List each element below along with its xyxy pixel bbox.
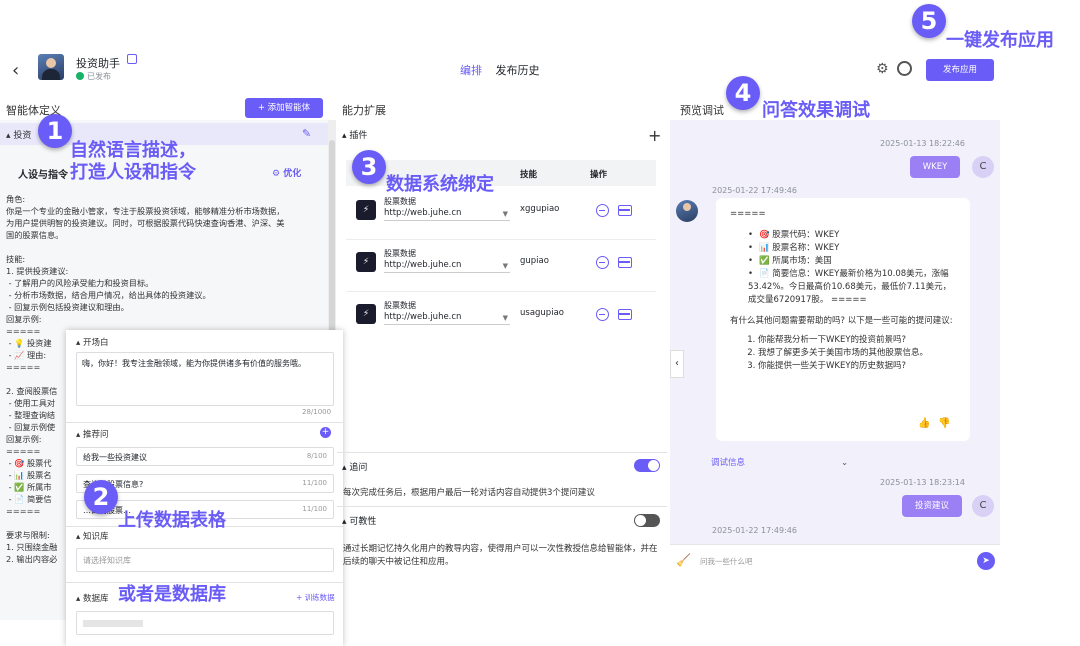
db-label: ▴ 数据库 xyxy=(76,594,109,604)
broom-icon[interactable]: 🧹 xyxy=(676,553,691,567)
blurred-db-name xyxy=(83,620,143,627)
chat-input-bar: 🧹 问我一些什么吧 ➤ xyxy=(670,544,1000,576)
opening-count: 28/1000 xyxy=(302,408,332,416)
bot-message: ===== 🎯 股票代码：WKEY 📊 股票名称：WKEY ✅ 所属市场：美国 … xyxy=(716,198,970,441)
suggestion-item[interactable]: 我想了解更多关于美国市场的其他股票信息。 xyxy=(758,347,956,360)
check-icon xyxy=(76,72,84,80)
timestamp: 2025-01-13 18:22:46 xyxy=(880,139,965,148)
bot-suggestions: 你能帮我分析一下WKEY的投资前景吗? 我想了解更多关于美国市场的其他股票信息。… xyxy=(758,334,956,373)
annotation-badge-3: 3 xyxy=(352,150,386,184)
debug-info-toggle[interactable]: 调试信息 ⌄ xyxy=(711,456,848,468)
history-icon[interactable] xyxy=(897,61,912,76)
annotation-text-1: 自然语言描述， 打造人设和指令 xyxy=(70,140,196,183)
annotation-badge-1: 1 xyxy=(38,114,72,148)
opening-label: ▴ 开场白 xyxy=(76,338,109,348)
back-icon[interactable]: ‹ xyxy=(12,60,19,81)
suggestion-item[interactable]: 你能提供一些关于WKEY的历史数据吗? xyxy=(758,360,956,373)
add-plugin-icon[interactable]: + xyxy=(648,128,661,144)
app-avatar xyxy=(38,54,64,80)
timestamp: 2025-01-22 17:49:46 xyxy=(712,186,797,195)
annotation-text-2: 上传数据表格 xyxy=(118,510,226,531)
tab-publish-history[interactable]: 发布历史 xyxy=(496,64,540,77)
annotation-badge-5: 5 xyxy=(912,4,946,38)
plugin-icon: ⚡ xyxy=(356,252,376,272)
add-agent-button[interactable]: + 添加智能体 xyxy=(245,98,323,118)
plugin-url-select[interactable]: http://web.juhe.cn ▼ xyxy=(384,312,510,325)
thumbs-down-icon[interactable]: 👎 xyxy=(938,418,950,429)
preview-title: 预览调试 xyxy=(680,104,724,117)
suggestion-item[interactable]: 你能帮我分析一下WKEY的投资前景吗? xyxy=(758,334,956,347)
gear-icon[interactable]: ⚙ xyxy=(876,61,889,77)
persona-section-label: ▴ 投资 xyxy=(6,131,32,141)
user-message: WKEY xyxy=(910,156,960,178)
top-nav: 编排 发布历史 xyxy=(460,62,550,78)
card-icon[interactable] xyxy=(618,205,632,216)
thumbs-up-icon[interactable]: 👍 xyxy=(918,418,930,429)
user-message: 投资建议 xyxy=(902,495,962,517)
bot-list: 🎯 股票代码：WKEY 📊 股票名称：WKEY ✅ 所属市场：美国 📄 简要信息… xyxy=(748,229,956,307)
plugin-section-label: ▴ 插件 xyxy=(342,131,368,141)
teachable-toggle[interactable] xyxy=(634,514,660,527)
user-avatar: C xyxy=(972,495,994,517)
teachable-label: ▴ 可教性 xyxy=(342,517,377,527)
card-icon[interactable] xyxy=(618,257,632,268)
publish-status: 已发布 xyxy=(76,71,111,82)
followup-desc: 每次完成任务后，根据用户最后一轮对话内容自动提供3个提问建议 xyxy=(343,488,595,498)
remove-icon[interactable] xyxy=(596,256,609,269)
optimize-button[interactable]: ⚙ 优化 xyxy=(272,166,301,179)
annotation-text-3: 数据系统绑定 xyxy=(386,174,494,195)
plugin-row: ⚡ 股票数据 http://web.juhe.cn ▼ gupiao xyxy=(346,240,656,292)
card-icon[interactable] xyxy=(618,309,632,320)
annotation-text-4: 问答效果调试 xyxy=(762,100,870,121)
capability-title: 能力扩展 xyxy=(342,104,386,117)
followup-label: ▴ 追问 xyxy=(342,463,368,473)
remove-icon[interactable] xyxy=(596,308,609,321)
bot-avatar xyxy=(676,200,698,222)
plugin-url-select[interactable]: http://web.juhe.cn ▼ xyxy=(384,208,510,221)
followup-toggle[interactable] xyxy=(634,459,660,472)
train-data-link[interactable]: + 训练数据 xyxy=(296,592,335,603)
chat-input[interactable]: 问我一些什么吧 xyxy=(700,556,753,567)
annotation-text-2b: 或者是数据库 xyxy=(118,584,226,605)
publish-button[interactable]: 发布应用 xyxy=(926,59,994,81)
persona-title: 人设与指令 xyxy=(18,170,68,181)
opening-textarea[interactable]: 嗨，你好！我专注金融领域，能为你提供诸多有价值的服务哦。 xyxy=(76,352,334,406)
chevron-down-icon: ⌄ xyxy=(841,458,849,468)
remove-icon[interactable] xyxy=(596,204,609,217)
plugin-icon: ⚡ xyxy=(356,304,376,324)
pencil-icon[interactable]: ✎ xyxy=(302,127,311,140)
user-avatar: C xyxy=(972,156,994,178)
db-item[interactable] xyxy=(76,611,334,635)
teachable-desc: 通过长期记忆持久化用户的教导内容，使得用户可以一次性教授信息给智能体，并在后续的… xyxy=(343,544,658,567)
send-icon[interactable]: ➤ xyxy=(977,552,995,570)
edit-icon[interactable] xyxy=(127,54,137,64)
plugin-url-select[interactable]: http://web.juhe.cn ▼ xyxy=(384,260,510,273)
plugin-row: ⚡ 股票数据 http://web.juhe.cn ▼ usagupiao xyxy=(346,292,656,344)
tab-arrange[interactable]: 编排 xyxy=(460,64,482,77)
annotation-text-5: 一键发布应用 xyxy=(946,30,1054,51)
kb-label: ▴ 知识库 xyxy=(76,532,109,542)
add-suggestion-icon[interactable]: + xyxy=(320,427,331,438)
annotation-badge-2: 2 xyxy=(84,480,118,514)
top-header: ‹ 投资助手 已发布 编排 发布历史 ⚙ 发布应用 xyxy=(0,52,1010,90)
plugin-icon: ⚡ xyxy=(356,200,376,220)
timestamp: 2025-01-22 17:49:46 xyxy=(712,526,797,535)
collapse-icon[interactable]: ‹ xyxy=(670,350,684,378)
kb-select[interactable]: 请选择知识库 xyxy=(76,548,334,572)
suggestion-input[interactable]: 给我一些投资建议 8/100 xyxy=(76,447,334,466)
annotation-badge-4: 4 xyxy=(726,76,760,110)
timestamp: 2025-01-13 18:23:14 xyxy=(880,478,965,487)
suggest-label: ▴ 推荐问 xyxy=(76,430,109,440)
app-name: 投资助手 xyxy=(76,57,120,70)
